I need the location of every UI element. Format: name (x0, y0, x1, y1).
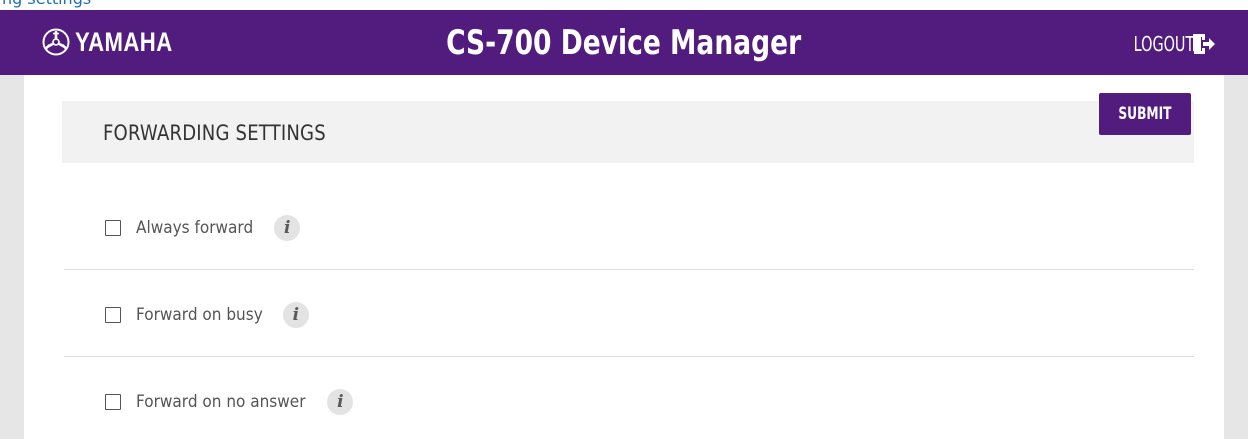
submit-button[interactable]: SUBMIT (1099, 93, 1191, 135)
logout-icon (1193, 34, 1215, 54)
forward-on-no-answer-checkbox[interactable] (105, 394, 121, 410)
forward-on-no-answer-label[interactable]: Forward on no answer (136, 392, 305, 412)
app-header: YAMAHA CS-700 Device Manager LOGOUT (0, 10, 1248, 75)
logout-button[interactable]: LOGOUT (1110, 30, 1216, 58)
settings-panel: FORWARDING SETTINGS Always forward i For… (24, 75, 1224, 439)
info-icon[interactable]: i (327, 389, 354, 415)
logout-label: LOGOUT (1133, 32, 1194, 56)
info-icon[interactable]: i (274, 215, 301, 241)
submit-label: SUBMIT (1118, 104, 1172, 124)
top-strip-text: ng settings (2, 0, 91, 8)
always-forward-label[interactable]: Always forward (136, 218, 253, 238)
forward-on-busy-label[interactable]: Forward on busy (136, 305, 263, 325)
option-row-always-forward: Always forward i (64, 183, 1194, 270)
page-title: CS-700 Device Manager (0, 24, 1248, 62)
page-title-text: CS-700 Device Manager (446, 23, 802, 63)
top-strip: ng settings (0, 0, 1248, 10)
always-forward-checkbox[interactable] (105, 220, 121, 236)
section-title: FORWARDING SETTINGS (103, 121, 326, 145)
content-area: FORWARDING SETTINGS Always forward i For… (0, 75, 1248, 439)
option-row-forward-on-no-answer: Forward on no answer i (64, 357, 1194, 443)
info-icon[interactable]: i (282, 302, 309, 328)
option-row-forward-on-busy: Forward on busy i (64, 270, 1194, 357)
section-header: FORWARDING SETTINGS (62, 101, 1194, 163)
forward-on-busy-checkbox[interactable] (105, 307, 121, 323)
